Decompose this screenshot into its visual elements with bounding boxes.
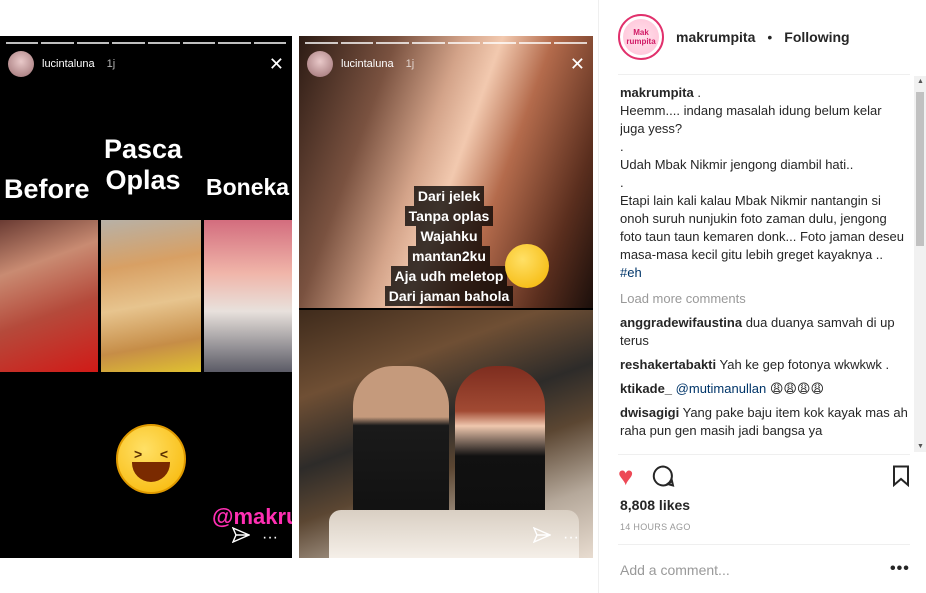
hashtag-link[interactable]: #eh <box>620 265 642 280</box>
story-kiss-dinner: lucintaluna 1j ✕ Dari jelek Tanpa oplas … <box>299 36 593 558</box>
comment-username[interactable]: ktikade_ <box>620 381 672 396</box>
mention-link[interactable]: @mutimanullan <box>676 381 767 396</box>
close-icon[interactable]: ✕ <box>269 55 284 73</box>
actions-divider <box>618 454 910 455</box>
scroll-up-icon[interactable]: ▲ <box>917 78 924 85</box>
overlay-line: Wajahku <box>416 226 482 246</box>
caption-line: . <box>620 139 624 154</box>
avatar-logo: Mak rumpita <box>623 19 659 55</box>
photo-woman <box>455 366 545 516</box>
overlay-text: Dari jelek Tanpa oplas Wajahku mantan2ku… <box>369 186 529 306</box>
title-before: Before <box>4 174 90 204</box>
story-footer: ··· <box>231 526 278 548</box>
caption-line: Heemm.... indang masalah idung belum kel… <box>620 103 882 136</box>
kissing-emoji-icon <box>505 244 549 288</box>
load-more-comments-button[interactable]: Load more comments <box>620 290 908 308</box>
scrollbar-thumb[interactable] <box>916 92 924 246</box>
story-age: 1j <box>106 58 116 70</box>
likes-count[interactable]: 8,808 likes <box>620 497 690 513</box>
send-icon[interactable] <box>532 526 552 548</box>
story-avatar <box>8 51 34 77</box>
post-actions: ♥ <box>618 460 910 492</box>
story-progress <box>6 42 286 44</box>
caption-line: . <box>620 175 624 190</box>
photo-before <box>0 220 98 372</box>
list-item: reshakertabakti Yah ke gep fotonya wkwkw… <box>620 356 908 374</box>
scroll-down-icon[interactable]: ▼ <box>917 443 924 450</box>
laughing-emoji-icon: > < <box>116 424 186 494</box>
comment-icon[interactable] <box>651 464 675 488</box>
overlay-line: Dari jelek <box>413 186 485 206</box>
caption-line: Etapi lain kali kalau Mbak Nikmir nantan… <box>620 193 905 262</box>
story-header: lucintaluna 1j ✕ <box>307 50 585 78</box>
bookmark-icon[interactable] <box>892 465 910 488</box>
more-options-icon[interactable]: ••• <box>890 560 910 578</box>
caption-line: Udah Mbak Nikmir jengong diambil hati.. <box>620 157 854 172</box>
title-pasca-oplas: Pasca Oplas <box>104 134 182 196</box>
send-icon[interactable] <box>231 526 251 548</box>
comment-username[interactable]: dwisagigi <box>620 405 679 420</box>
story-more-icon[interactable]: ··· <box>563 529 579 547</box>
story-username: lucintaluna <box>42 58 95 70</box>
close-icon[interactable]: ✕ <box>570 55 585 73</box>
comments-list: makrumpita . Heemm.... indang masalah id… <box>620 84 908 454</box>
add-comment-divider <box>618 544 910 545</box>
story-age: 1j <box>405 58 415 70</box>
story-header: lucintaluna 1j ✕ <box>8 50 284 78</box>
post-header: Mak rumpita makrumpita • Following <box>618 12 910 62</box>
heart-icon[interactable]: ♥ <box>618 463 633 489</box>
story-progress <box>305 42 587 44</box>
title-line: Pasca <box>104 134 183 164</box>
avatar[interactable]: Mak rumpita <box>618 14 664 60</box>
title-line: Oplas <box>105 165 181 195</box>
list-item: anggradewifaustina dua duanya samvah di … <box>620 314 908 350</box>
story-more-icon[interactable]: ··· <box>262 529 278 547</box>
title-boneka: Boneka <box>206 174 290 200</box>
header-username[interactable]: makrumpita <box>676 29 755 45</box>
divider <box>598 0 599 593</box>
comments-scrollbar[interactable]: ▲ ▼ <box>914 76 926 452</box>
list-item: dwisagigi Yang pake baju item kok kayak … <box>620 404 908 440</box>
photo-after <box>101 220 201 372</box>
post-media: lucintaluna 1j ✕ Pasca Oplas Before Bonek… <box>0 0 600 593</box>
overlay-line: Dari jaman bahola <box>384 286 514 306</box>
comment-username[interactable]: anggradewifaustina <box>620 315 742 330</box>
list-item: ktikade_ @mutimanullan 😩😩😩😩 <box>620 380 908 398</box>
story-avatar <box>307 51 333 77</box>
add-comment-input[interactable]: Add a comment... <box>620 562 730 578</box>
comment-text: 😩😩😩😩 <box>769 381 825 396</box>
post-timestamp: 14 HOURS AGO <box>620 522 691 532</box>
story-footer: ··· <box>532 526 579 548</box>
comment-username[interactable]: reshakertabakti <box>620 357 716 372</box>
header-divider <box>618 74 910 75</box>
overlay-line: mantan2ku <box>408 246 490 266</box>
comment-text: Yah ke gep fotonya wkwkwk . <box>719 357 890 372</box>
story-username: lucintaluna <box>341 58 394 70</box>
caption: makrumpita . Heemm.... indang masalah id… <box>620 84 908 282</box>
overlay-line: Tanpa oplas <box>404 206 494 226</box>
caption-username[interactable]: makrumpita <box>620 85 694 100</box>
header-separator: • <box>767 29 773 45</box>
photo-doll <box>204 220 292 372</box>
overlay-line: Aja udh meletop <box>390 266 508 286</box>
story-before-after: lucintaluna 1j ✕ Pasca Oplas Before Bonek… <box>0 36 292 558</box>
follow-status-button[interactable]: Following <box>784 29 849 45</box>
